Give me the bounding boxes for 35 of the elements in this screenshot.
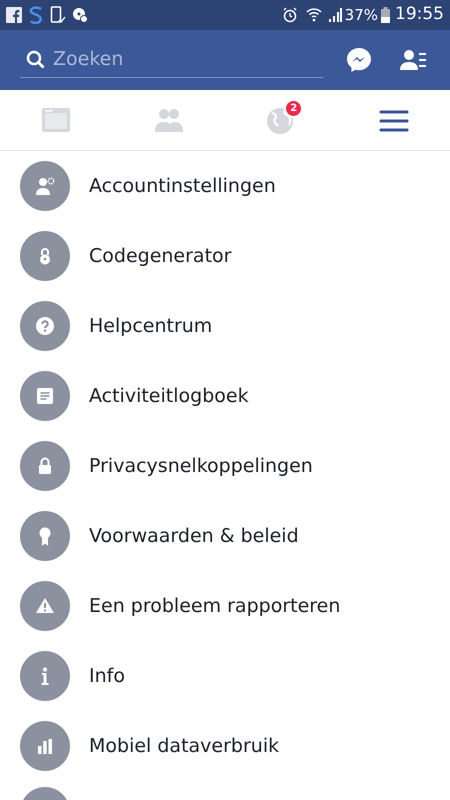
menu-label[interactable]: Codegenerator bbox=[89, 242, 232, 270]
menu-label[interactable]: Info bbox=[89, 662, 125, 690]
menu-label[interactable]: Privacysnelkoppelingen bbox=[89, 452, 313, 480]
wifi-icon bbox=[306, 7, 322, 23]
info-icon bbox=[20, 651, 70, 701]
menu-label[interactable]: Accountinstellingen bbox=[89, 172, 276, 200]
app-logo-icon bbox=[6, 7, 22, 23]
alarm-icon bbox=[282, 7, 298, 23]
notification-badge: 2 bbox=[284, 99, 304, 118]
ribbon-award-icon bbox=[20, 511, 70, 561]
search-icon bbox=[26, 50, 45, 69]
messenger-icon[interactable] bbox=[345, 46, 373, 74]
clock-time: 19:55 bbox=[395, 3, 444, 26]
s-logo-icon bbox=[28, 6, 44, 24]
menu-label[interactable]: Voorwaarden & beleid bbox=[89, 522, 299, 550]
profile-list-icon[interactable] bbox=[400, 48, 428, 72]
menu-label[interactable]: Activiteitlogboek bbox=[89, 382, 249, 410]
padlock-icon bbox=[20, 231, 70, 281]
lock-icon bbox=[20, 441, 70, 491]
menu-label[interactable]: Mobiel dataverbruik bbox=[89, 732, 280, 760]
battery-icon bbox=[381, 7, 390, 23]
bar-chart-icon bbox=[20, 721, 70, 771]
menu-label[interactable]: Helpcentrum bbox=[89, 312, 212, 340]
warning-icon bbox=[20, 581, 70, 631]
disc-icon bbox=[72, 7, 88, 23]
signal-icon bbox=[328, 8, 342, 22]
news-feed-icon bbox=[40, 105, 72, 135]
person-gear-icon bbox=[20, 161, 70, 211]
search-field[interactable]: Zoeken bbox=[53, 45, 323, 74]
question-icon bbox=[20, 301, 70, 351]
phone-check-icon bbox=[50, 6, 66, 24]
search-bar[interactable]: Zoeken bbox=[20, 42, 323, 78]
menu-label[interactable]: Een probleem rapporteren bbox=[89, 592, 340, 620]
document-icon bbox=[20, 371, 70, 421]
battery-percent: 37% bbox=[344, 4, 378, 26]
